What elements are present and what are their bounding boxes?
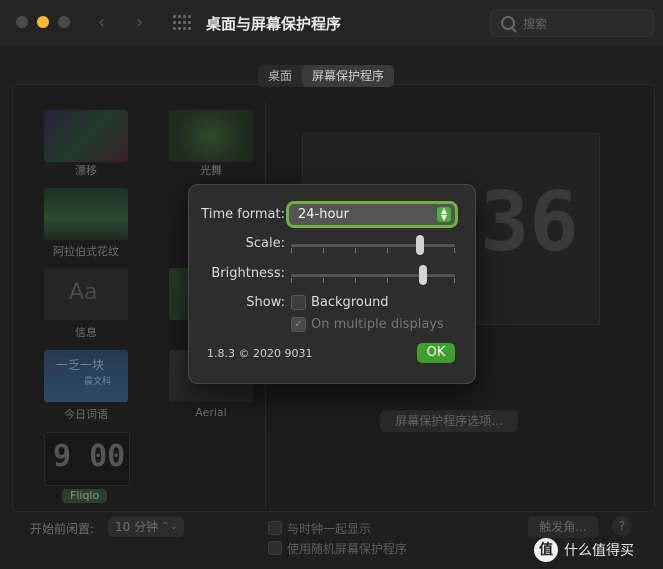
tab-desktop[interactable]: 桌面 [258,65,302,87]
background-label: Background [311,295,389,310]
show-all-grid-icon[interactable] [173,15,191,31]
forward-arrow-icon[interactable]: › [136,12,143,33]
watermark-badge: 值 [534,538,558,562]
multi-display-label: On multiple displays [311,317,444,332]
screensaver-options-button[interactable]: 屏幕保护程序选项... [380,410,518,432]
message-thumb-text: Aa [69,280,98,305]
watermark-text: 什么值得买 [564,543,634,559]
search-field[interactable]: 搜索 [490,9,654,37]
screensaver-label-aerial: Aerial [195,406,227,419]
drift-thumbnail[interactable] [44,110,128,162]
version-text: 1.8.3 © 2020 9031 [207,347,313,360]
screensaver-label-fliqlo: Fliqlo [62,489,108,503]
show-label: Show: [246,295,285,310]
time-format-label: Time format: [201,207,285,222]
scale-label: Scale: [245,236,285,251]
start-after-value: 10 分钟 [115,520,159,534]
brightness-slider-track [291,274,455,277]
hot-corners-button[interactable]: 触发角... [528,516,598,538]
watermark: 值 什么值得买 [534,537,634,563]
screensaver-label-message: 信息 [75,326,97,339]
show-with-clock-checkbox[interactable] [268,521,282,535]
help-button[interactable]: ? [612,516,632,536]
tab-bar: 桌面 屏幕保护程序 [258,65,395,87]
word-of-the-day-thumbnail[interactable]: 一乏一块 晨文科 [44,350,128,402]
multi-display-checkbox: ✓ [291,317,306,332]
screensaver-label-arabesque: 阿拉伯式花纹 [53,245,119,258]
search-placeholder: 搜索 [523,17,548,31]
zoom-window-button[interactable] [58,16,70,28]
fliqlo-thumb-clock: 9 00 [53,439,126,474]
start-after-label: 开始前闲置: [30,522,95,536]
show-with-clock-label: 与时钟一起显示 [287,522,372,536]
close-window-button[interactable] [16,16,28,28]
ok-button[interactable]: OK [417,343,455,363]
use-random-checkbox[interactable] [268,541,282,555]
brightness-label: Brightness: [211,266,285,281]
search-icon [501,16,515,30]
scale-slider-knob[interactable] [416,235,424,255]
minimize-window-button[interactable] [37,16,49,28]
word-thumb-line1: 一乏一块 [56,358,105,372]
arabesque-thumbnail[interactable] [44,188,128,240]
time-format-select[interactable]: 24-hour ▲ ▼ [289,204,455,225]
title-bar: ‹ › 桌面与屏幕保护程序 搜索 [0,0,663,46]
fliqlo-thumbnail[interactable]: 9 00 [44,432,130,486]
preview-clock-digits: 36 [480,175,579,270]
word-thumb-line2: 晨文科 [84,377,112,387]
screensaver-label-word: 今日词语 [64,408,108,421]
background-checkbox[interactable] [291,295,306,310]
chevron-updown-icon: ⌃⌄ [161,521,178,532]
brightness-slider[interactable] [291,263,455,287]
message-thumbnail[interactable]: Aa [44,268,128,320]
brightness-slider-knob[interactable] [419,265,427,285]
chevron-updown-icon: ▲ ▼ [437,207,451,222]
screensaver-label-drift: 漂移 [75,164,97,177]
time-format-value: 24-hour [298,207,350,222]
scale-slider-track [291,244,455,247]
screensaver-label-flurry: 光舞 [200,164,222,177]
use-random-label: 使用随机屏幕保护程序 [287,542,408,556]
window-title: 桌面与屏幕保护程序 [206,15,342,33]
scale-slider[interactable] [291,233,455,257]
back-arrow-icon[interactable]: ‹ [98,12,105,33]
start-after-select[interactable]: 10 分钟 ⌃⌄ [108,517,184,537]
flurry-thumbnail[interactable] [169,110,253,162]
tab-screensaver[interactable]: 屏幕保护程序 [302,65,395,87]
fliqlo-options-dialog: Time format: 24-hour ▲ ▼ Scale: Brightnes… [188,184,476,384]
